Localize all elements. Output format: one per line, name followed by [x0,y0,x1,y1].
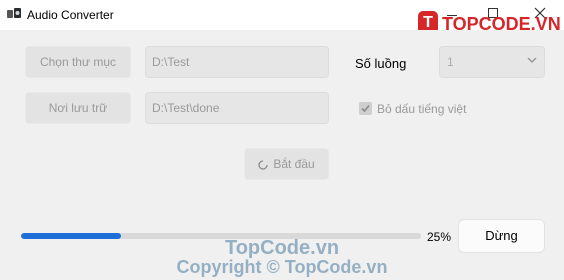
choose-folder-button[interactable]: Chọn thư mục [25,46,131,78]
start-button-label: Bắt đầu [273,157,315,171]
chevron-down-icon [527,57,537,64]
remove-accents-label: Bỏ dấu tiếng việt [377,102,467,116]
remove-accents-checkbox[interactable] [359,102,372,115]
main-panel: Chọn thư mục D:\Test Số luồng 1 Nơi lưu … [0,30,564,280]
source-path-field[interactable]: D:\Test [145,46,329,78]
threads-value: 1 [447,55,454,69]
stop-button[interactable]: Dừng [458,219,545,253]
threads-label: Số luồng [355,56,407,71]
progress-bar [21,233,421,239]
progress-percent: 25% [427,230,452,244]
window-title: Audio Converter [27,8,114,22]
spinner-icon [258,160,268,170]
progress-fill [21,233,121,239]
audio-converter-icon [7,8,21,18]
threads-select[interactable]: 1 [439,46,545,78]
checkmark-icon [361,104,370,113]
start-button[interactable]: Bắt đầu [244,148,329,180]
output-folder-button[interactable]: Nơi lưu trữ [25,92,131,124]
watermark-copyright: Copyright © TopCode.vn [176,257,388,277]
output-path-field[interactable]: D:\Test\done [145,92,329,124]
